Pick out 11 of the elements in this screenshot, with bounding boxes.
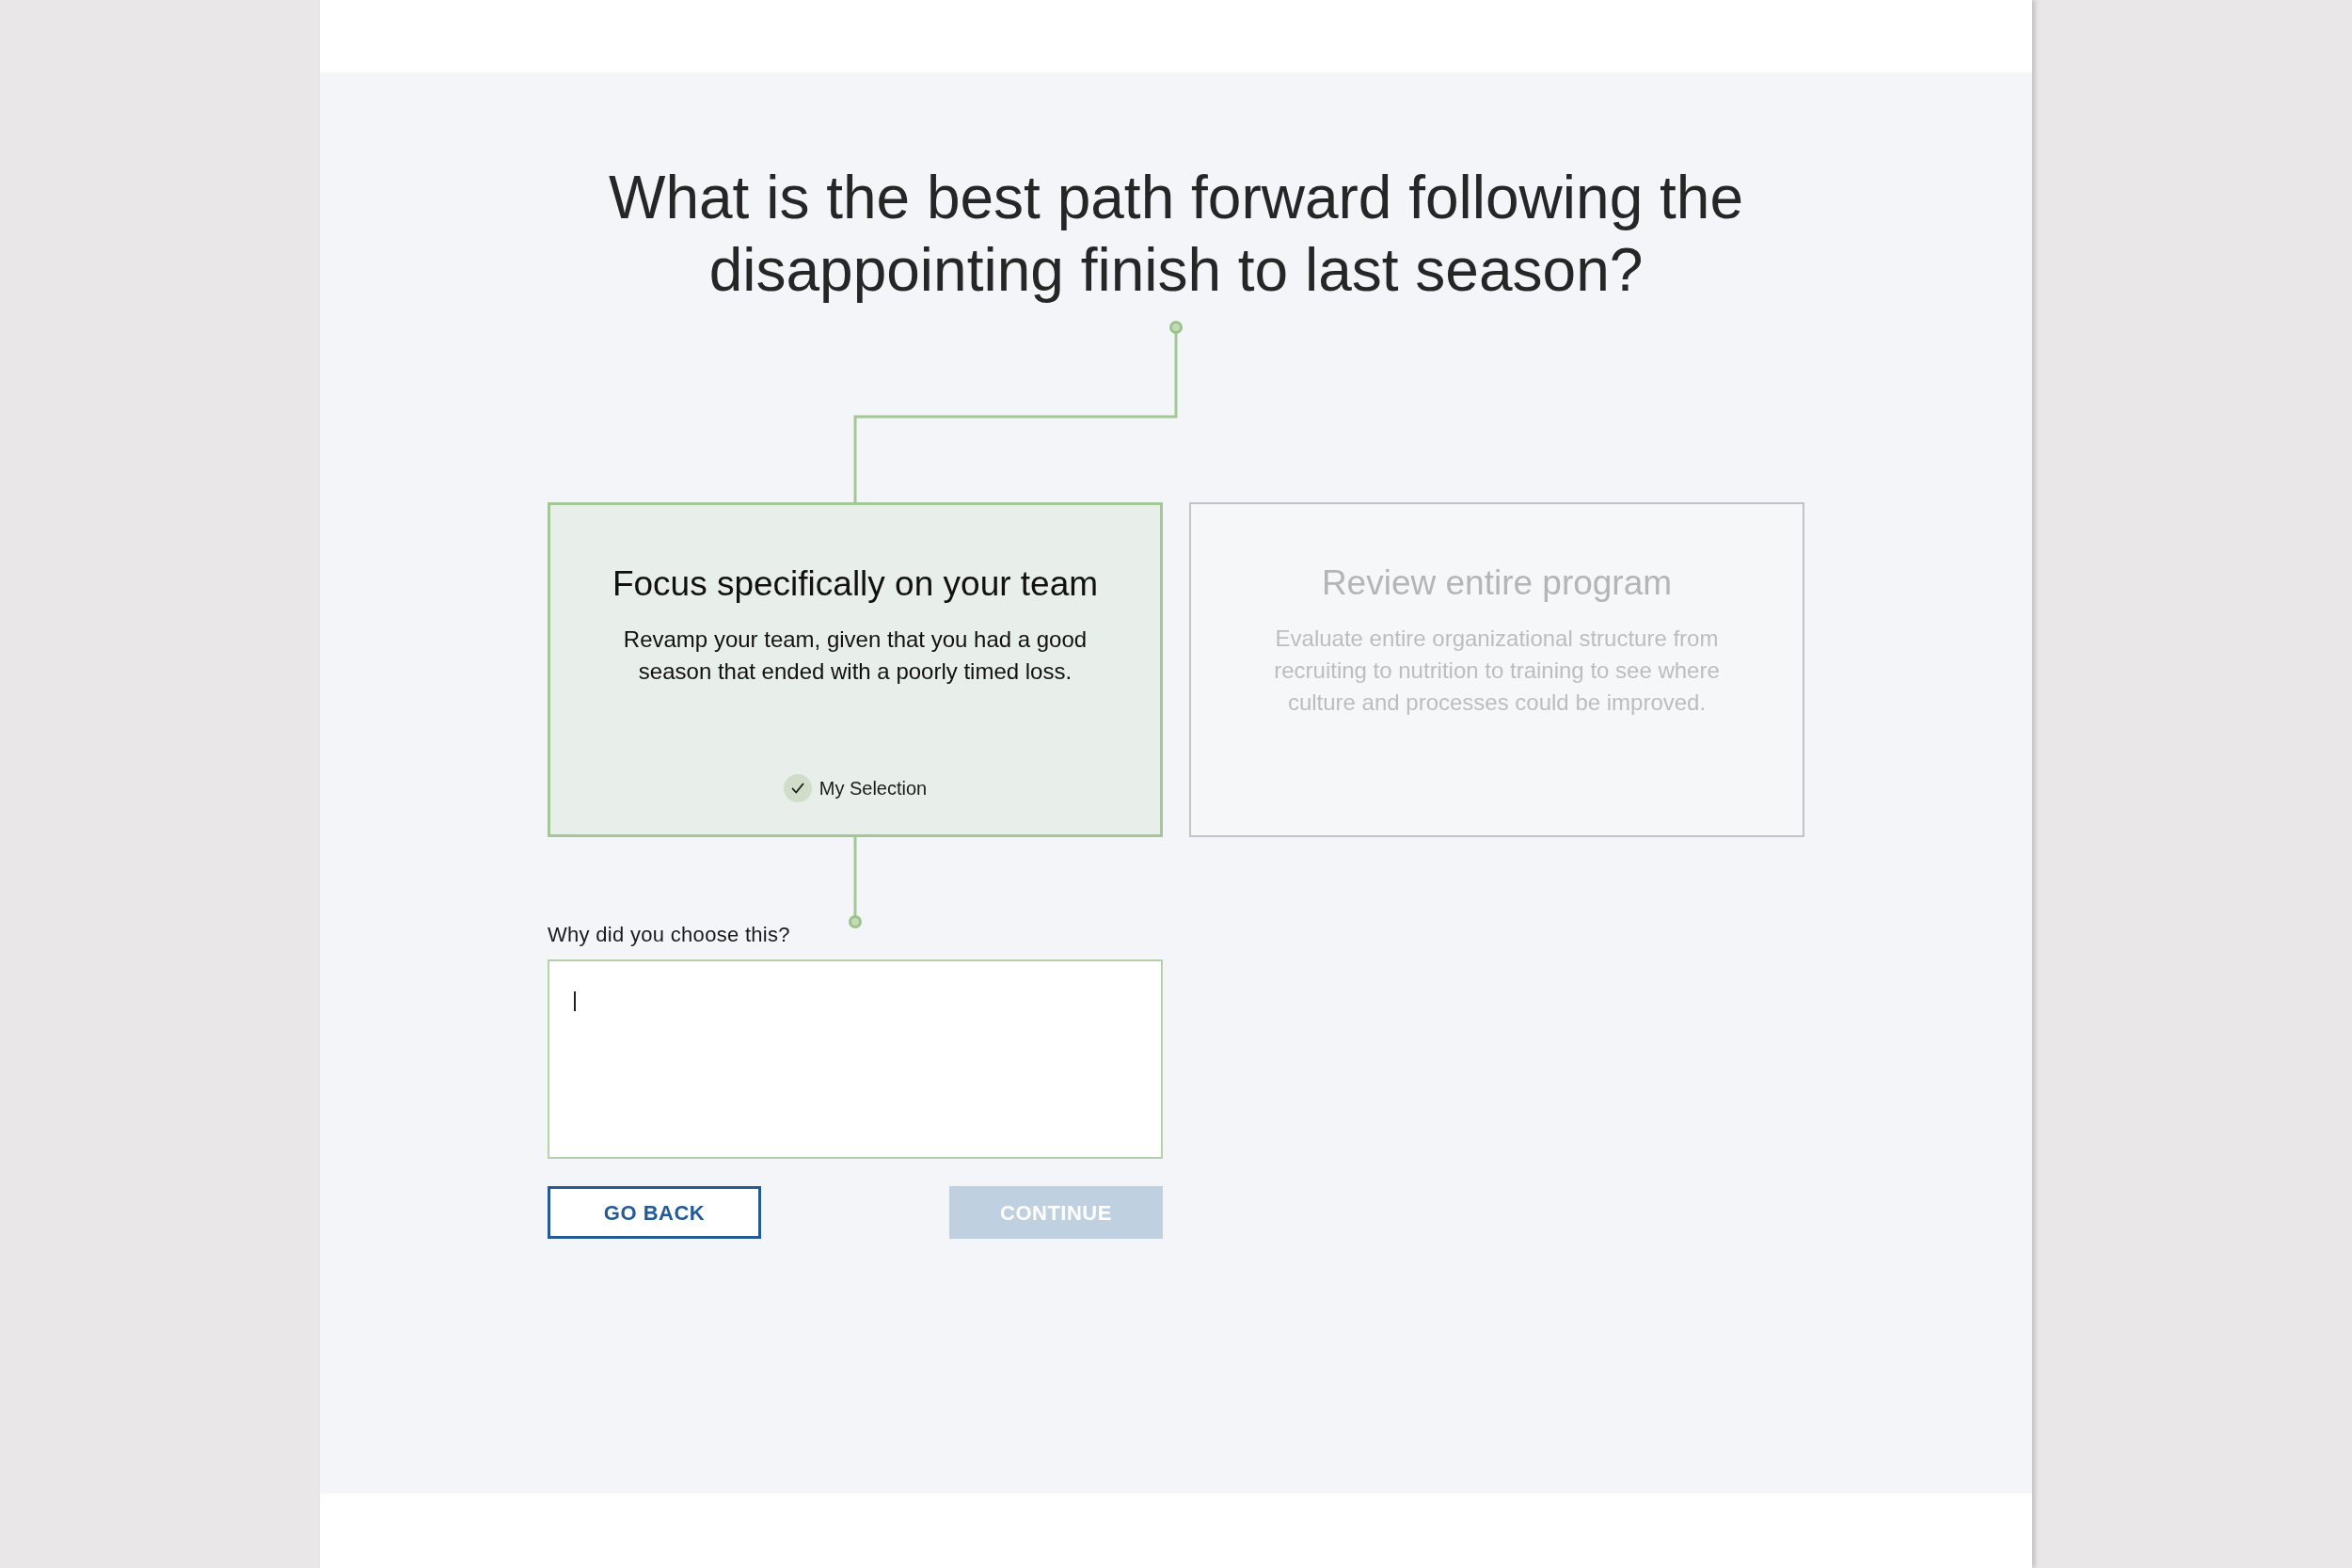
question-title: What is the best path forward following the disappointing finish to last season? <box>608 163 1744 306</box>
option-description: Evaluate entire organizational structure from recruiting to nutrition to training to see where culture and processes could be improved. <box>1273 625 1721 717</box>
answer-box[interactable] <box>548 959 1163 1159</box>
option-description: Revamp your team, given that you had a good season that ended with a poorly timed loss. <box>622 626 1089 686</box>
back-button[interactable]: GO BACK <box>548 1186 761 1239</box>
selection-label: My Selection <box>818 777 928 800</box>
option-title: Focus specifically on your team <box>612 563 1099 605</box>
check-icon <box>783 774 812 802</box>
option-title: Review entire program <box>1321 562 1673 604</box>
option-card[interactable]: Focus specifically on your team Revamp your team, given that you had a good season that ended with a poorly timed loss. My Selection <box>548 502 1163 837</box>
field-label: Why did you choose this? <box>548 922 791 948</box>
